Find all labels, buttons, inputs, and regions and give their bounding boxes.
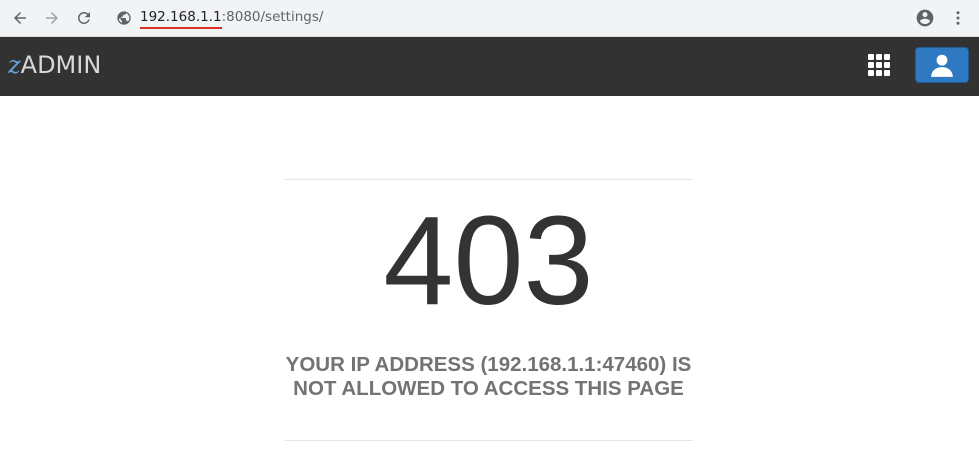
forward-button[interactable] <box>40 6 64 30</box>
url-path: :8080/settings/ <box>221 9 324 25</box>
user-menu-button[interactable] <box>915 47 969 83</box>
error-code: 403 <box>383 190 594 331</box>
logo-text: ADMIN <box>20 51 102 79</box>
logo-mark: z <box>8 51 21 79</box>
app-header: z ADMIN <box>0 37 979 96</box>
divider-top <box>284 179 693 180</box>
account-circle-icon <box>916 9 934 27</box>
user-icon <box>931 54 953 77</box>
apps-grid-icon <box>868 54 874 60</box>
reload-icon <box>77 11 90 24</box>
more-vert-icon <box>956 11 960 25</box>
reload-button[interactable] <box>72 6 96 30</box>
browser-toolbar: 192.168.1.1:8080/settings/ <box>0 0 979 37</box>
apps-menu-button[interactable] <box>866 52 894 80</box>
profile-button[interactable] <box>913 6 937 30</box>
logo[interactable]: z ADMIN <box>8 49 101 81</box>
divider-bottom <box>284 440 693 441</box>
arrow-left-icon <box>14 12 26 24</box>
globe-icon[interactable] <box>116 10 132 26</box>
url-host: 192.168.1.1 <box>140 9 222 29</box>
error-message: YOUR IP ADDRESS (192.168.1.1:47460) IS N… <box>285 353 692 400</box>
browser-menu-button[interactable] <box>946 6 970 30</box>
arrow-right-icon <box>46 12 58 24</box>
url-text[interactable]: 192.168.1.1:8080/settings/ <box>140 9 324 29</box>
address-bar[interactable]: 192.168.1.1:8080/settings/ <box>106 4 902 32</box>
back-button[interactable] <box>8 6 32 30</box>
